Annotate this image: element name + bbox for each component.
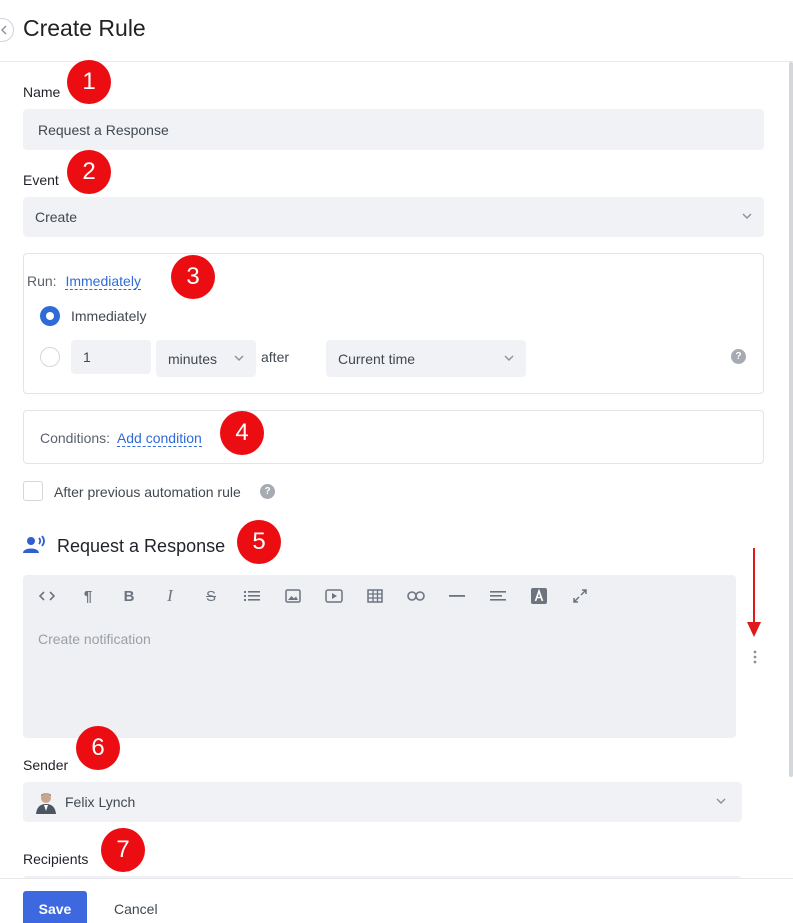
conditions-panel: Conditions: Add condition <box>23 410 764 464</box>
name-input[interactable]: Request a Response <box>23 109 764 150</box>
after-previous-label: After previous automation rule <box>54 484 241 500</box>
annotation-badge-2: 2 <box>67 150 111 194</box>
conditions-label: Conditions: <box>40 430 111 446</box>
list-icon[interactable] <box>241 585 263 607</box>
run-mode-link[interactable]: Immediately <box>65 273 141 290</box>
radio-immediately-label: Immediately <box>71 308 147 324</box>
annotation-arrow <box>747 548 761 637</box>
sender-select[interactable]: Felix Lynch <box>23 782 742 822</box>
annotation-badge-1: 1 <box>67 60 111 104</box>
cancel-button[interactable]: Cancel <box>114 901 158 917</box>
help-icon[interactable]: ? <box>260 484 275 499</box>
fullscreen-icon[interactable] <box>569 585 591 607</box>
notification-editor[interactable]: ¶ B I S Create notification <box>23 575 736 738</box>
person-speaking-icon <box>23 535 45 553</box>
radio-delayed[interactable] <box>40 347 60 367</box>
table-icon[interactable] <box>364 585 386 607</box>
align-icon[interactable] <box>487 585 509 607</box>
link-icon[interactable] <box>405 585 427 607</box>
annotation-badge-6: 6 <box>76 726 120 770</box>
radio-immediately[interactable] <box>40 306 60 326</box>
strikethrough-icon[interactable]: S <box>200 585 222 607</box>
add-condition-link[interactable]: Add condition <box>116 430 202 447</box>
video-icon[interactable] <box>323 585 345 607</box>
annotation-badge-5: 5 <box>237 520 281 564</box>
delay-amount-input[interactable]: 1 <box>71 340 151 374</box>
after-label: after <box>261 349 290 365</box>
horizontal-line-icon[interactable] <box>446 585 468 607</box>
more-options-icon[interactable] <box>750 648 760 666</box>
event-select[interactable]: Create <box>23 197 764 237</box>
chevron-down-icon <box>716 798 726 804</box>
run-settings-panel: Run: Immediately Immediately 1 minutes a… <box>23 253 764 394</box>
code-view-icon[interactable] <box>36 585 58 607</box>
run-label: Run: <box>27 273 57 289</box>
sender-label: Sender <box>23 757 69 773</box>
chevron-left-icon <box>1 25 7 35</box>
delay-amount-value: 1 <box>83 349 91 365</box>
annotation-badge-4: 4 <box>220 411 264 455</box>
run-label-row: Run: Immediately <box>27 273 141 290</box>
event-select-value: Create <box>35 209 78 225</box>
page-title: Create Rule <box>23 15 146 41</box>
text-color-icon[interactable] <box>528 585 550 607</box>
image-icon[interactable] <box>282 585 304 607</box>
delay-unit-value: minutes <box>168 350 218 367</box>
event-label: Event <box>23 172 59 188</box>
annotation-badge-3: 3 <box>171 255 215 299</box>
delay-unit-select[interactable]: minutes <box>156 340 256 377</box>
help-icon[interactable]: ? <box>731 349 746 364</box>
italic-icon[interactable]: I <box>159 585 181 607</box>
after-previous-checkbox[interactable] <box>23 481 43 501</box>
reference-time-select[interactable]: Current time <box>326 340 526 377</box>
bold-icon[interactable]: B <box>118 585 140 607</box>
back-button[interactable] <box>0 18 14 42</box>
chevron-down-icon <box>504 355 514 361</box>
paragraph-icon[interactable]: ¶ <box>77 585 99 607</box>
annotation-badge-7: 7 <box>101 828 145 872</box>
action-title: Request a Response <box>57 536 226 556</box>
conditions-row: Conditions: Add condition <box>40 430 202 447</box>
name-input-value: Request a Response <box>38 121 169 138</box>
chevron-down-icon <box>742 213 752 219</box>
sender-value: Felix Lynch <box>65 794 136 810</box>
scrollbar[interactable] <box>789 62 793 777</box>
header: Create Rule <box>0 0 793 62</box>
save-button[interactable]: Save <box>23 891 87 923</box>
chevron-down-icon <box>234 355 244 361</box>
avatar <box>36 793 56 814</box>
editor-placeholder: Create notification <box>38 631 151 647</box>
recipients-label: Recipients <box>23 851 89 867</box>
reference-time-value: Current time <box>338 350 416 367</box>
name-label: Name <box>23 84 61 100</box>
footer-bar: Save Cancel <box>0 878 793 923</box>
